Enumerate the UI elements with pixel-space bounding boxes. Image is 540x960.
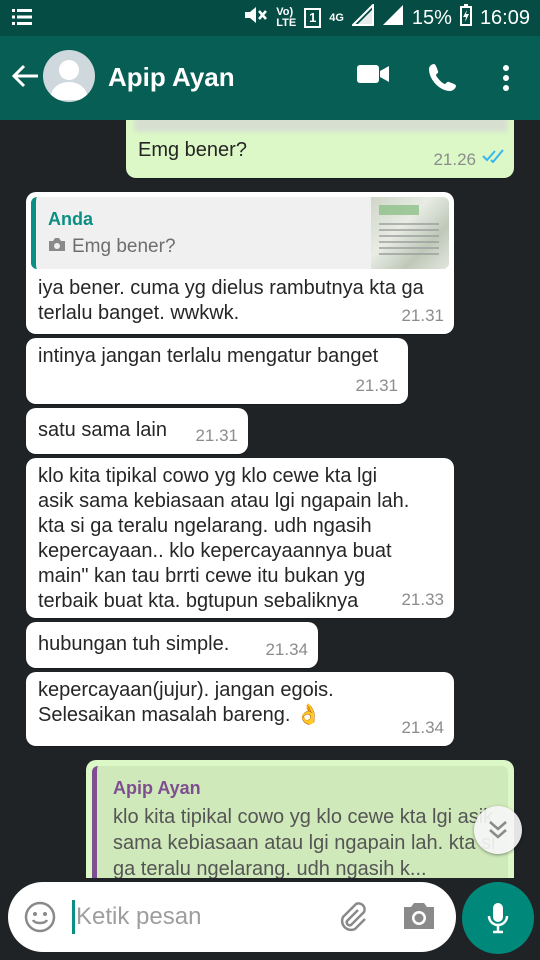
more-options-icon[interactable] xyxy=(502,64,510,97)
media-preview-blurred xyxy=(134,120,508,132)
message-bubble-outgoing[interactable]: Emg bener? 21.26 xyxy=(126,120,514,178)
message-time: 21.31 xyxy=(401,306,444,325)
quoted-message[interactable]: Apip Ayan klo kita tipikal cowo yg klo c… xyxy=(92,766,508,878)
volte-label: Vo) LTE xyxy=(276,6,297,29)
message-text: kepercayaan(jujur). jangan egois. Selesa… xyxy=(26,678,334,728)
message-bubble-incoming[interactable]: hubungan tuh simple. 21.34 xyxy=(26,622,318,668)
message-text: intinya jangan terlalu mengatur banget xyxy=(38,345,379,367)
message-bubble-incoming[interactable]: kepercayaan(jujur). jangan egois. Selesa… xyxy=(26,672,454,746)
message-input[interactable] xyxy=(76,899,326,935)
microphone-icon xyxy=(487,903,509,934)
mute-icon xyxy=(242,4,268,32)
status-bar: Vo) LTE 1 4G 15% 16:09 xyxy=(0,0,540,36)
camera-icon xyxy=(48,234,66,259)
read-receipt-icon xyxy=(482,145,506,170)
notification-list-icon xyxy=(12,8,32,31)
battery-icon xyxy=(459,4,472,32)
message-text: satu sama lain xyxy=(38,419,167,441)
chat-header: Apip Ayan xyxy=(0,36,540,120)
video-call-icon[interactable] xyxy=(356,62,390,91)
message-text: hubungan tuh simple. xyxy=(38,633,230,655)
scroll-to-bottom-button[interactable] xyxy=(474,806,522,854)
message-time: 21.26 xyxy=(433,150,476,169)
message-bubble-incoming[interactable]: intinya jangan terlalu mengatur banget 2… xyxy=(26,338,408,404)
message-text: iya bener. cuma yg dielus rambutnya kta … xyxy=(38,277,424,324)
message-bubble-incoming[interactable]: satu sama lain 21.31 xyxy=(26,408,248,454)
message-time: 21.34 xyxy=(401,718,444,737)
quote-thumbnail xyxy=(371,197,449,269)
battery-percent: 15% xyxy=(411,6,452,29)
contact-name[interactable]: Apip Ayan xyxy=(108,62,235,93)
camera-icon[interactable] xyxy=(402,900,436,937)
emoji-icon[interactable] xyxy=(24,901,56,938)
attach-icon[interactable] xyxy=(336,900,370,939)
ok-hand-emoji: 👌 xyxy=(295,704,321,726)
avatar[interactable] xyxy=(43,50,95,102)
voice-message-button[interactable] xyxy=(462,882,534,954)
sim-indicator: 1 xyxy=(304,8,322,28)
message-text-content: kepercayaan(jujur). jangan egois. Selesa… xyxy=(38,679,334,726)
quote-author: Anda xyxy=(48,209,93,229)
double-chevron-down-icon xyxy=(489,821,507,839)
quoted-message[interactable]: Anda Emg bener? xyxy=(31,197,449,269)
message-text: klo kita tipikal cowo yg klo cewe kta lg… xyxy=(38,465,410,612)
message-bubble-outgoing[interactable]: Apip Ayan klo kita tipikal cowo yg klo c… xyxy=(86,760,514,878)
quote-text: Emg bener? xyxy=(72,236,176,257)
signal-strength-icon xyxy=(382,4,404,32)
back-arrow-icon[interactable] xyxy=(11,64,38,93)
voice-call-icon[interactable] xyxy=(428,62,458,97)
message-time: 21.31 xyxy=(355,376,398,395)
quote-author: Apip Ayan xyxy=(113,778,201,798)
message-bubble-incoming[interactable]: Anda Emg bener? iya bener. cuma yg dielu… xyxy=(26,192,454,334)
message-composer xyxy=(8,882,456,952)
message-text: Emg bener? xyxy=(138,139,247,161)
signal-icon xyxy=(350,2,374,32)
message-list[interactable]: Emg bener? 21.26 Anda Emg bener? iya ben… xyxy=(0,120,540,878)
message-time: 21.34 xyxy=(265,640,308,659)
clock: 16:09 xyxy=(479,6,530,29)
message-time: 21.33 xyxy=(401,590,444,609)
message-bubble-incoming[interactable]: klo kita tipikal cowo yg klo cewe kta lg… xyxy=(26,458,454,618)
network-type-label: 4G xyxy=(329,11,344,24)
message-time: 21.31 xyxy=(195,426,238,445)
text-cursor xyxy=(72,900,75,934)
quote-text: klo kita tipikal cowo yg klo cewe kta lg… xyxy=(113,806,496,878)
quote-text-row: Emg bener? xyxy=(48,234,176,259)
